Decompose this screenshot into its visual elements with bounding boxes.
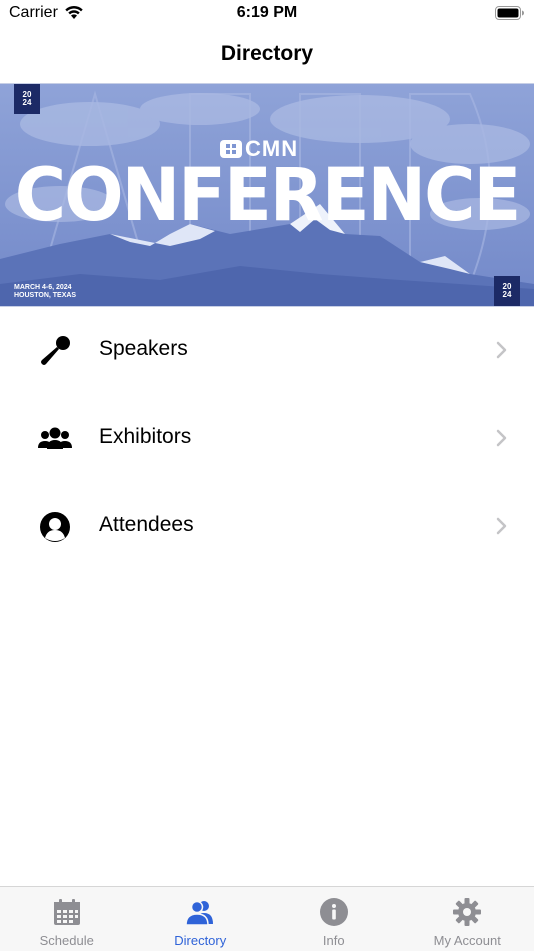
tab-label: Schedule [0, 933, 134, 948]
gear-icon [452, 897, 482, 927]
directory-item-attendees[interactable]: Attendees [0, 482, 534, 570]
event-date: MARCH 4-6, 2024 HOUSTON, TEXAS [14, 284, 76, 300]
status-bar: Carrier 6:19 PM [0, 0, 534, 28]
microphone-icon [38, 334, 72, 368]
chevron-right-icon [496, 341, 508, 359]
tab-schedule[interactable]: Schedule [0, 887, 134, 951]
tab-directory[interactable]: Directory [134, 887, 268, 951]
event-location-line: HOUSTON, TEXAS [14, 292, 76, 299]
group-icon [37, 422, 73, 456]
event-date-line: MARCH 4-6, 2024 [14, 284, 72, 291]
directory-item-label: Exhibitors [99, 425, 191, 449]
directory-item-exhibitors[interactable]: Exhibitors [0, 394, 534, 482]
person-circle-icon [38, 510, 72, 544]
chevron-right-icon [496, 517, 508, 535]
clock: 6:19 PM [0, 4, 534, 22]
calendar-icon [52, 897, 82, 927]
tab-info[interactable]: Info [267, 887, 401, 951]
chevron-right-icon [496, 429, 508, 447]
directory-item-label: Attendees [99, 513, 194, 537]
page-title: Directory [0, 42, 534, 66]
directory-item-label: Speakers [99, 337, 188, 361]
tab-label: Directory [134, 933, 268, 948]
banner-title: CONFERENCE [0, 153, 534, 237]
tab-my-account[interactable]: My Account [401, 887, 534, 951]
year-badge-top: 2024 [14, 84, 40, 114]
tab-bar: Schedule Directory Info [0, 886, 534, 951]
people-icon [185, 897, 215, 927]
battery-icon [495, 6, 525, 20]
conference-banner: 2024 CMN CONFERENCE MARCH 4-6, 2024 HOUS… [0, 83, 534, 307]
directory-item-speakers[interactable]: Speakers [0, 306, 534, 394]
info-icon [319, 897, 349, 927]
tab-label: Info [267, 933, 401, 948]
year-badge-bottom: 2024 [494, 276, 520, 306]
tab-label: My Account [401, 933, 534, 948]
directory-list: Speakers Exhibitors Attendees [0, 306, 534, 570]
